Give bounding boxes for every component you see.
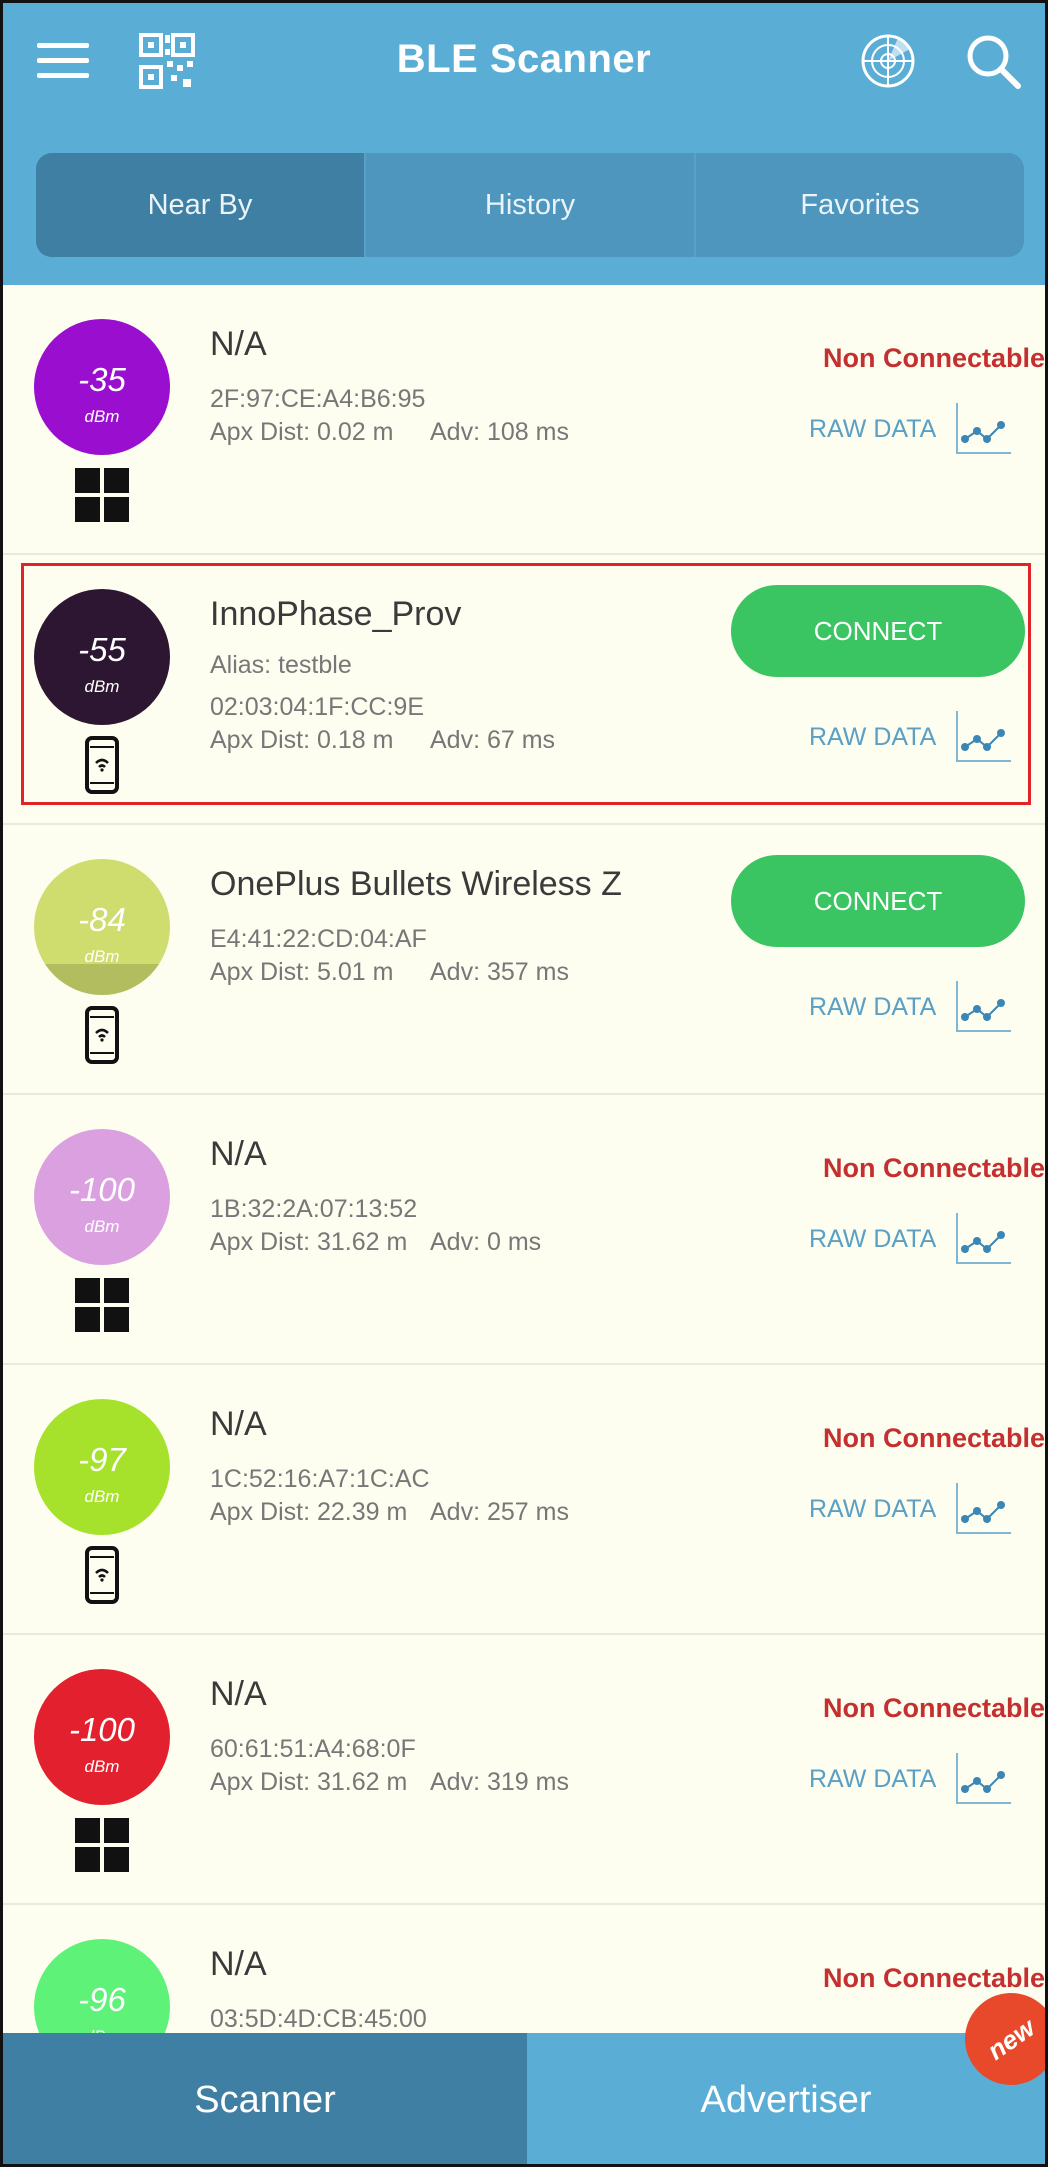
app-frame: BLE Scanner Near By History Favorites -3… xyxy=(0,0,1048,2167)
rssi-badge: -97 dBm xyxy=(34,1399,170,1535)
non-connectable-label: Non Connectable xyxy=(822,1423,1045,1453)
device-alias: Alias: testble xyxy=(210,651,352,679)
rssi-value: -100 xyxy=(68,1711,136,1748)
search-icon[interactable] xyxy=(963,31,1023,91)
device-distance: Apx Dist: 22.39 m xyxy=(210,1498,408,1526)
device-row[interactable]: -100 dBm N/A 1B:32:2A:07:13:52 Apx Dist: 3… xyxy=(3,1095,1045,1365)
device-name: N/A xyxy=(210,1675,267,1713)
rssi-unit: dBm xyxy=(84,1217,120,1236)
device-mac: 60:61:51:A4:68:0F xyxy=(210,1735,416,1763)
tab-near-by[interactable]: Near By xyxy=(36,153,366,257)
rssi-fill xyxy=(34,964,170,995)
device-adv-interval: Adv: 0 ms xyxy=(430,1228,542,1256)
raw-data-button[interactable]: RAW DATA xyxy=(809,415,936,444)
connect-button[interactable]: CONNECT xyxy=(731,855,1025,947)
device-name: OnePlus Bullets Wireless Z xyxy=(210,865,622,903)
graph-icon[interactable] xyxy=(953,709,1013,765)
raw-data-button[interactable]: RAW DATA xyxy=(809,993,936,1022)
nav-advertiser[interactable]: Advertiser new xyxy=(527,1974,1045,2164)
rssi-value: -55 xyxy=(78,631,126,668)
phone-icon xyxy=(72,1545,132,1605)
windows-icon xyxy=(72,1815,132,1875)
rssi-badge: -100 dBm xyxy=(34,1669,170,1805)
rssi-unit: dBm xyxy=(84,947,120,966)
app-bar: BLE Scanner Near By History Favorites xyxy=(3,3,1045,285)
rssi-value: -84 xyxy=(78,901,126,938)
device-adv-interval: Adv: 357 ms xyxy=(430,958,569,986)
device-adv-interval: Adv: 257 ms xyxy=(430,1498,569,1526)
rssi-value: -100 xyxy=(68,1171,136,1208)
windows-icon xyxy=(72,1275,132,1335)
non-connectable-label: Non Connectable xyxy=(822,1963,1045,1993)
non-connectable-label: Non Connectable xyxy=(822,343,1045,373)
device-name: InnoPhase_Prov xyxy=(210,595,462,633)
rssi-value: -96 xyxy=(78,1981,126,2018)
device-mac: E4:41:22:CD:04:AF xyxy=(210,925,427,953)
graph-icon[interactable] xyxy=(953,979,1013,1035)
device-mac: 02:03:04:1F:CC:9E xyxy=(210,693,425,721)
device-mac: 2F:97:CE:A4:B6:95 xyxy=(210,385,426,413)
device-row[interactable]: -97 dBm N/A 1C:52:16:A7:1C:AC Apx Dist: 22… xyxy=(3,1365,1045,1635)
device-distance: Apx Dist: 0.18 m xyxy=(210,726,394,754)
graph-icon[interactable] xyxy=(953,1211,1013,1267)
rssi-badge: -55 dBm xyxy=(34,589,170,725)
rssi-unit: dBm xyxy=(84,407,120,426)
device-name: N/A xyxy=(210,325,267,363)
device-distance: Apx Dist: 31.62 m xyxy=(210,1768,408,1796)
radar-icon[interactable] xyxy=(858,31,918,91)
device-distance: Apx Dist: 5.01 m xyxy=(210,958,394,986)
nav-advertiser-label: Advertiser xyxy=(700,2078,872,2121)
rssi-value: -97 xyxy=(78,1441,126,1478)
device-adv-interval: Adv: 67 ms xyxy=(430,726,556,754)
device-row[interactable]: -35 dBm N/A 2F:97:CE:A4:B6:95 Apx Dist: 0.… xyxy=(3,285,1045,555)
tab-favorites[interactable]: Favorites xyxy=(696,153,1024,257)
rssi-value: -35 xyxy=(78,361,126,398)
raw-data-button[interactable]: RAW DATA xyxy=(809,1225,936,1254)
raw-data-button[interactable]: RAW DATA xyxy=(809,1765,936,1794)
rssi-badge: -100 dBm xyxy=(34,1129,170,1265)
bottom-nav: Scanner Advertiser new xyxy=(3,1974,1045,2164)
non-connectable-label: Non Connectable xyxy=(822,1153,1045,1183)
scan-tabs: Near By History Favorites xyxy=(36,153,1024,257)
non-connectable-label: Non Connectable xyxy=(822,1693,1045,1723)
raw-data-button[interactable]: RAW DATA xyxy=(809,1495,936,1524)
graph-icon[interactable] xyxy=(953,401,1013,457)
rssi-badge: -84 dBm xyxy=(34,859,170,995)
raw-data-button[interactable]: RAW DATA xyxy=(809,723,936,752)
device-row[interactable]: -100 dBm N/A 60:61:51:A4:68:0F Apx Dist: 3… xyxy=(3,1635,1045,1905)
rssi-unit: dBm xyxy=(84,1757,120,1776)
device-row[interactable]: -55 dBm InnoPhase_Prov Alias: testble 02:0… xyxy=(3,555,1045,825)
device-distance: Apx Dist: 0.02 m xyxy=(210,418,394,446)
rssi-badge: -35 dBm xyxy=(34,319,170,455)
phone-icon xyxy=(72,735,132,795)
nav-scanner[interactable]: Scanner xyxy=(3,2033,527,2164)
graph-icon[interactable] xyxy=(953,1751,1013,1807)
device-distance: Apx Dist: 31.62 m xyxy=(210,1228,408,1256)
device-mac: 1B:32:2A:07:13:52 xyxy=(210,1195,418,1223)
device-adv-interval: Adv: 108 ms xyxy=(430,418,569,446)
device-name: N/A xyxy=(210,1135,267,1173)
rssi-unit: dBm xyxy=(84,677,120,696)
connect-button[interactable]: CONNECT xyxy=(731,585,1025,677)
windows-icon xyxy=(72,465,132,525)
device-name: N/A xyxy=(210,1405,267,1443)
device-adv-interval: Adv: 319 ms xyxy=(430,1768,569,1796)
device-name: N/A xyxy=(210,1945,267,1983)
device-mac: 1C:52:16:A7:1C:AC xyxy=(210,1465,430,1493)
phone-icon xyxy=(72,1005,132,1065)
rssi-unit: dBm xyxy=(84,1487,120,1506)
device-row[interactable]: -84 dBm OnePlus Bullets Wireless Z E4:41:… xyxy=(3,825,1045,1095)
graph-icon[interactable] xyxy=(953,1481,1013,1537)
tab-history[interactable]: History xyxy=(366,153,696,257)
device-mac: 03:5D:4D:CB:45:00 xyxy=(210,2005,427,2033)
